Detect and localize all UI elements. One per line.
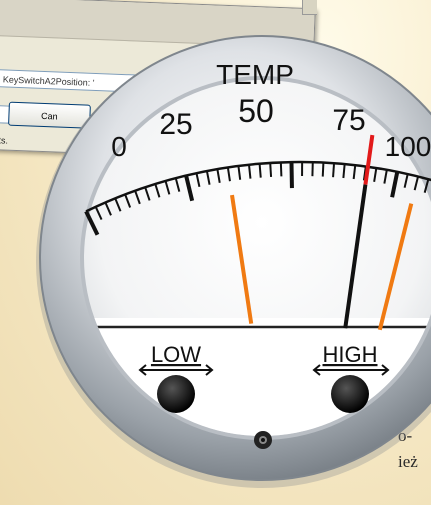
scale-minor-tick (269, 162, 273, 177)
scale-label-25: 25 (159, 108, 192, 141)
scale-label-50: 50 (238, 93, 274, 129)
low-adjust-knob[interactable] (157, 375, 195, 413)
gauge-title: TEMP (216, 59, 294, 90)
scale-label-100: 100 (385, 131, 431, 162)
scale-minor-tick (258, 163, 262, 178)
scale-label-0: 0 (111, 131, 127, 162)
scale-minor-tick (332, 163, 336, 178)
scale-minor-tick (321, 162, 325, 177)
scale-minor-tick (342, 163, 346, 179)
scale-minor-tick (279, 162, 283, 177)
low-label: LOW (151, 342, 201, 367)
high-adjust-knob[interactable] (331, 375, 369, 413)
scale-label-75: 75 (332, 104, 365, 137)
temp-gauge: TEMP 0 25 50 75 100 LOW HIGH (36, 35, 431, 488)
high-label: HIGH (323, 342, 378, 367)
